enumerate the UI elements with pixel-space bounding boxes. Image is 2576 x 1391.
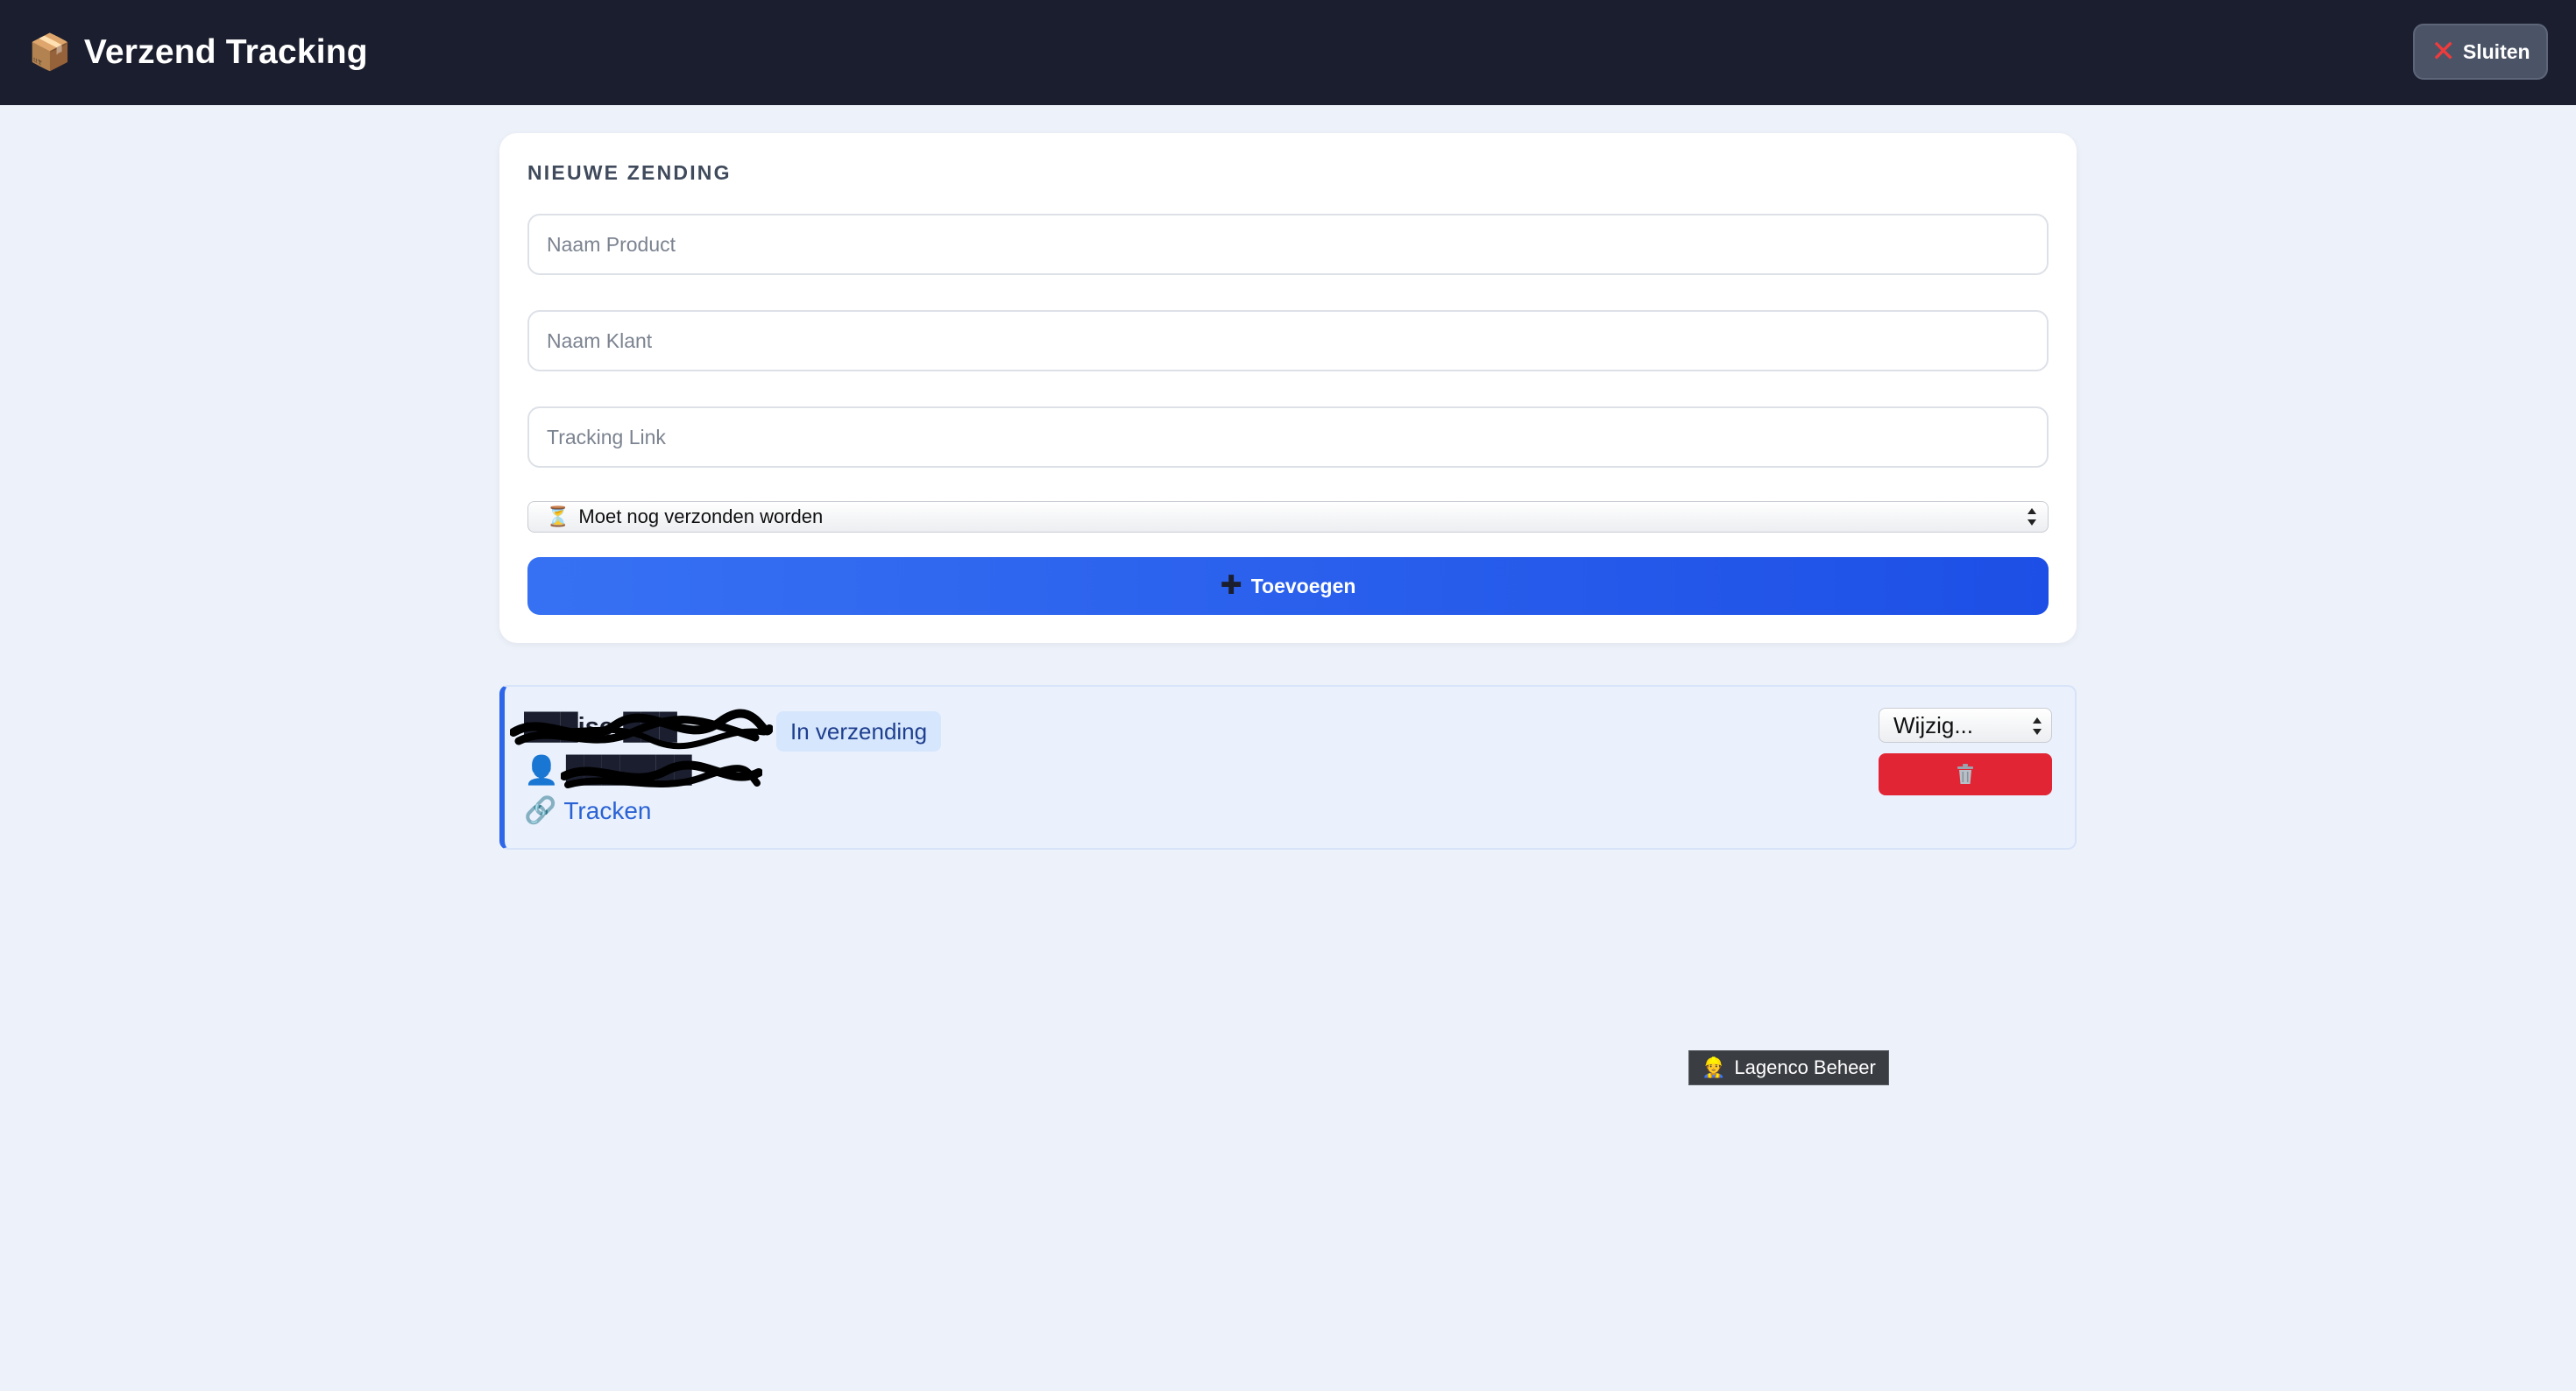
add-button[interactable]: ✚ Toevoegen [527, 557, 2049, 615]
plus-icon: ✚ [1220, 570, 1242, 601]
app-title: Verzend Tracking [83, 33, 368, 71]
top-bar: 📦 Verzend Tracking ✕ Sluiten [0, 0, 2576, 105]
product-name-input[interactable] [527, 214, 2049, 275]
track-link-label: Tracken [563, 796, 652, 824]
new-shipment-form: NIEUWE ZENDING ⏳ Moet nog verzonden word… [499, 133, 2077, 643]
track-link[interactable]: 🔗 Tracken [524, 795, 651, 826]
form-section-title: NIEUWE ZENDING [527, 161, 732, 184]
trash-icon [1957, 764, 1973, 784]
link-icon: 🔗 [524, 795, 557, 826]
change-status-value: Wijzig... [1893, 711, 1973, 738]
package-icon: 📦 [28, 32, 72, 73]
person-icon: 👤 [524, 753, 559, 787]
select-arrows-icon [2028, 508, 2036, 526]
close-button-label: Sluiten [2462, 39, 2530, 63]
status-select-value: Moet nog verzonden worden [578, 505, 824, 527]
shipment-card: ███iser███ In verzending 👤 ███████ 🔗 Tra… [499, 685, 2077, 850]
select-arrows-icon [2033, 717, 2042, 735]
customer-name: ███████ [565, 755, 692, 784]
x-icon: ✕ [2431, 34, 2456, 69]
add-button-label: Toevoegen [1250, 574, 1356, 597]
shipment-product-name: ███iser███ [524, 713, 677, 741]
shipment-customer: 👤 ███████ [524, 753, 692, 787]
hourglass-icon: ⏳ [546, 505, 570, 528]
brand: 📦 Verzend Tracking [28, 28, 368, 77]
tooltip-text: Lagenco Beheer [1734, 1056, 1876, 1078]
status-badge: In verzending [776, 711, 942, 752]
status-select[interactable]: ⏳ Moet nog verzonden worden [527, 501, 2049, 533]
delete-button[interactable] [1879, 753, 2052, 795]
worker-icon: 👷 [1702, 1056, 1726, 1079]
tooltip: 👷 Lagenco Beheer [1688, 1050, 1889, 1085]
change-status-select[interactable]: Wijzig... [1879, 708, 2052, 743]
customer-name-input[interactable] [527, 310, 2049, 371]
close-button[interactable]: ✕ Sluiten [2413, 24, 2548, 80]
tracking-link-input[interactable] [527, 406, 2049, 468]
